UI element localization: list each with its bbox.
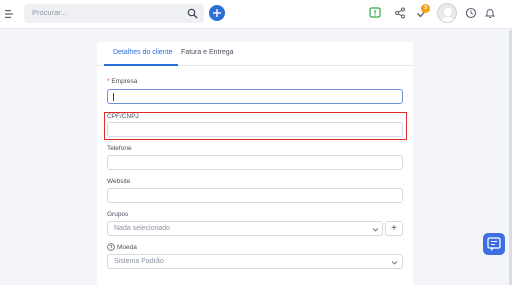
- chevron-down-icon: [372, 228, 379, 232]
- telefone-label: Telefone: [107, 145, 132, 152]
- clock-icon[interactable]: [465, 7, 477, 19]
- telefone-input[interactable]: [107, 155, 403, 170]
- moeda-value: Sistema Padrão: [114, 258, 164, 265]
- moeda-select[interactable]: Sistema Padrão: [107, 254, 403, 269]
- plus-icon: [213, 9, 221, 17]
- tab-customer-details[interactable]: Detalhes do cliente: [113, 49, 173, 56]
- required-mark: *: [107, 78, 110, 85]
- empresa-label: * Empresa: [107, 78, 137, 85]
- empresa-label-text: Empresa: [111, 78, 138, 85]
- cpf-label: CPF/CNPJ: [107, 113, 139, 120]
- add-group-button[interactable]: +: [385, 221, 403, 236]
- search-box[interactable]: Procurar...: [24, 4, 204, 23]
- customer-form-card: Detalhes do cliente Fatura e Entrega * E…: [97, 42, 413, 285]
- bell-icon[interactable]: [484, 7, 496, 19]
- moeda-label: Moeda: [117, 244, 137, 251]
- website-label: Website: [107, 178, 131, 185]
- grupos-value: Nada selecionado: [114, 225, 171, 232]
- feedback-icon[interactable]: [369, 7, 381, 19]
- user-icon: [441, 8, 455, 22]
- search-icon[interactable]: [187, 8, 198, 19]
- chat-button[interactable]: [483, 233, 505, 255]
- avatar[interactable]: [437, 3, 457, 23]
- notification-badge: 3: [421, 4, 430, 13]
- menu-icon[interactable]: [5, 8, 15, 20]
- website-input[interactable]: [107, 188, 403, 203]
- chevron-down-icon: [391, 261, 398, 265]
- help-icon[interactable]: [107, 243, 115, 251]
- active-tab-indicator: [104, 64, 178, 66]
- tab-bar: Detalhes do cliente Fatura e Entrega: [97, 42, 413, 66]
- chat-icon: [487, 237, 501, 251]
- cpf-input[interactable]: [107, 122, 403, 137]
- grupos-label: Grupos: [107, 211, 129, 218]
- text-caret: [113, 93, 114, 101]
- grupos-select[interactable]: Nada selecionado: [107, 221, 383, 236]
- top-bar: Procurar... 3: [0, 0, 512, 29]
- quick-add-button[interactable]: [209, 5, 225, 21]
- empresa-input[interactable]: [107, 89, 403, 104]
- search-input[interactable]: Procurar...: [32, 8, 67, 17]
- share-icon[interactable]: [394, 7, 406, 19]
- tab-billing-shipping[interactable]: Fatura e Entrega: [181, 49, 234, 56]
